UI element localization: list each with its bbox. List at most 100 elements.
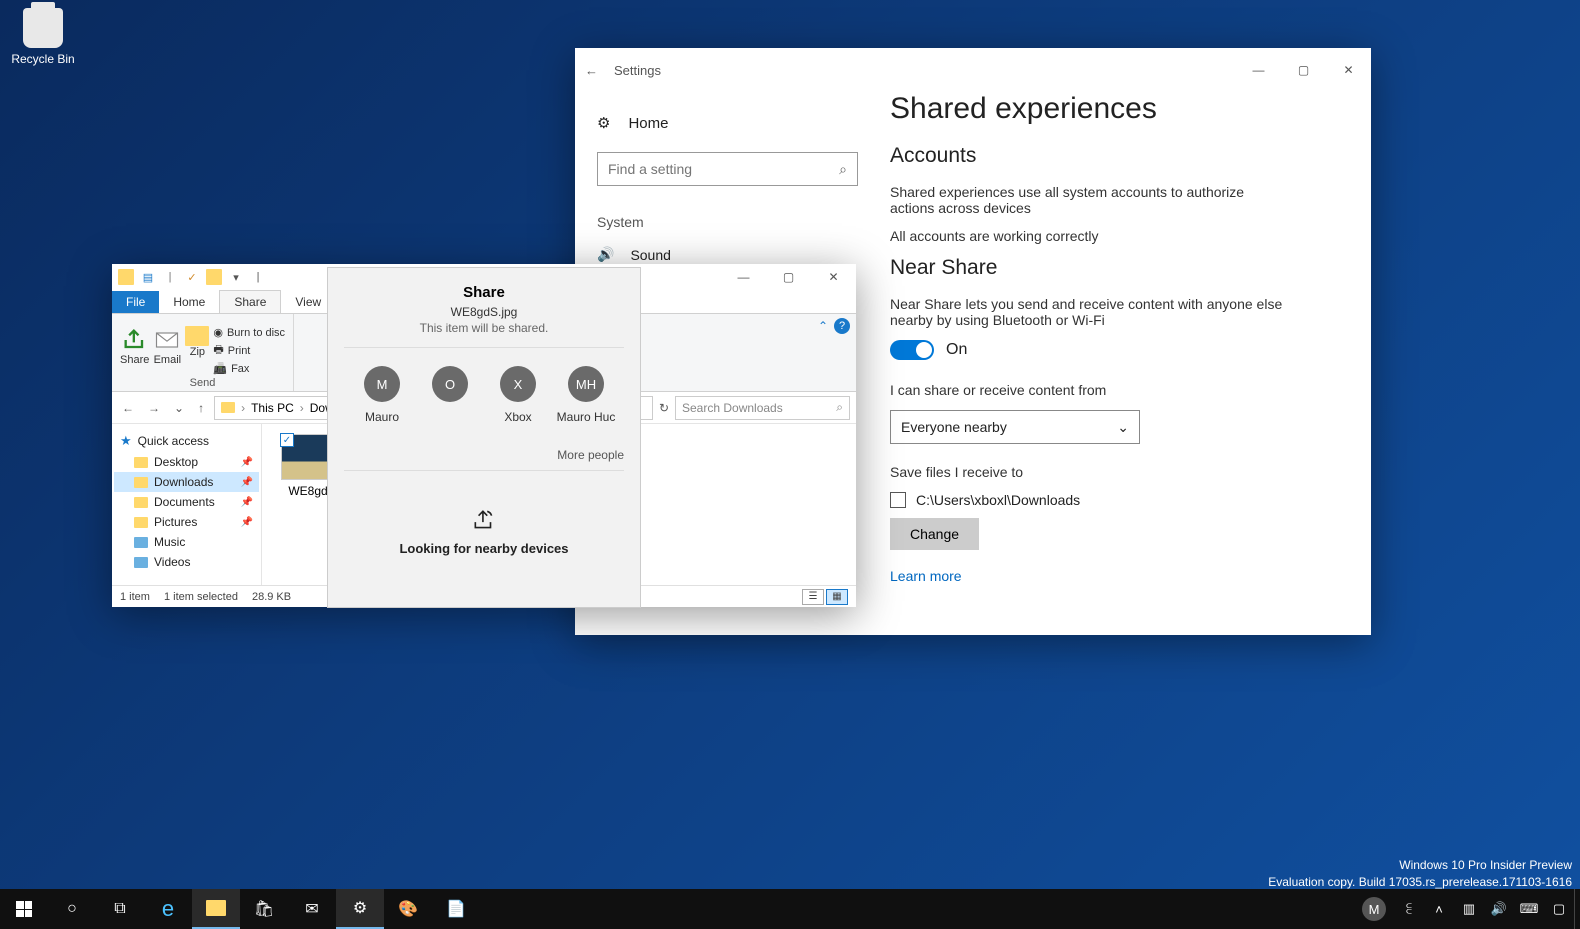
taskbar-mail[interactable]: ✉ — [288, 889, 336, 929]
pin-icon: 📌 — [241, 457, 253, 468]
sidebar-home[interactable]: ⚙ Home — [597, 114, 858, 132]
cortana-button[interactable]: ○ — [48, 889, 96, 929]
close-button[interactable]: ✕ — [1326, 55, 1371, 85]
tree-videos[interactable]: Videos — [114, 552, 259, 572]
taskbar-paint[interactable]: 🎨 — [384, 889, 432, 929]
search-icon: ⌕ — [836, 400, 843, 415]
music-folder-icon — [134, 537, 148, 548]
maximize-button[interactable]: ▢ — [766, 262, 811, 292]
near-share-toggle[interactable]: On — [890, 340, 1361, 360]
settings-content: Shared experiences Accounts Shared exper… — [880, 92, 1371, 635]
contact-name: Mauro — [365, 410, 399, 424]
settings-title: Settings — [614, 63, 661, 78]
qat-check-icon[interactable]: ✓ — [184, 269, 200, 285]
share-from-select[interactable]: Everyone nearby ⌄ — [890, 410, 1140, 444]
refresh-button[interactable]: ↻ — [659, 401, 669, 415]
sidebar-category: System — [597, 214, 858, 230]
looking-label: Looking for nearby devices — [399, 541, 568, 556]
save-path: C:\Users\xboxl\Downloads — [916, 492, 1080, 508]
nav-forward[interactable]: → — [144, 401, 164, 415]
search-placeholder: Search Downloads — [682, 401, 783, 415]
settings-titlebar[interactable]: ← Settings — ▢ ✕ — [575, 48, 1371, 92]
pin-icon: 📌 — [241, 477, 253, 488]
more-people-link[interactable]: More people — [344, 448, 624, 471]
task-view-button[interactable]: ⧉ — [96, 889, 144, 929]
tree-music[interactable]: Music — [114, 532, 259, 552]
chevron-down-icon: ⌄ — [1117, 419, 1129, 436]
avatar: O — [432, 366, 468, 402]
qat-icon[interactable]: ▤ — [140, 269, 156, 285]
ribbon-share-button[interactable]: Share — [120, 326, 149, 375]
ribbon-email-button[interactable]: Email — [153, 326, 181, 375]
back-button[interactable]: ← — [585, 63, 598, 78]
settings-search[interactable]: ⌕ — [597, 152, 858, 186]
tray-people[interactable]: ⫕ — [1394, 889, 1424, 929]
near-share-desc: Near Share lets you send and receive con… — [890, 296, 1290, 328]
taskbar-store[interactable]: 🛍 — [240, 889, 288, 929]
taskbar-explorer[interactable] — [192, 889, 240, 929]
share-subtitle: This item will be shared. — [344, 321, 624, 335]
taskbar-notepad[interactable]: 📄 — [432, 889, 480, 929]
nav-back[interactable]: ← — [118, 401, 138, 415]
recycle-bin[interactable]: Recycle Bin — [8, 8, 78, 66]
contact-item[interactable]: MHMauro Huc — [552, 366, 620, 424]
explorer-search[interactable]: Search Downloads ⌕ — [675, 396, 850, 420]
windows-watermark: Windows 10 Pro Insider Preview Evaluatio… — [1268, 857, 1572, 891]
tree-quick-access[interactable]: ★Quick access — [114, 430, 259, 452]
crumb-this-pc[interactable]: This PC — [251, 401, 294, 415]
ribbon-fax-button[interactable]: 📠Fax — [213, 362, 285, 375]
view-icons-button[interactable]: ▦ — [826, 589, 848, 605]
star-icon: ★ — [120, 433, 132, 449]
folder-icon — [206, 269, 222, 285]
tree-documents[interactable]: Documents📌 — [114, 492, 259, 512]
nav-recent[interactable]: ⌄ — [170, 401, 188, 415]
tray-network-icon[interactable]: ▥ — [1454, 889, 1484, 929]
tray-notifications[interactable]: ▢ — [1544, 889, 1574, 929]
maximize-button[interactable]: ▢ — [1281, 55, 1326, 85]
close-button[interactable]: ✕ — [811, 262, 856, 292]
recycle-bin-label: Recycle Bin — [8, 52, 78, 66]
share-title: Share — [344, 284, 624, 301]
search-input[interactable] — [608, 161, 839, 177]
status-count: 1 item — [120, 591, 150, 603]
ribbon-collapse-icon[interactable]: ⌃ — [818, 319, 828, 333]
toggle-switch[interactable] — [890, 340, 934, 360]
view-details-button[interactable]: ☰ — [802, 589, 824, 605]
tray-user[interactable]: M — [1362, 897, 1386, 921]
folder-icon — [118, 269, 134, 285]
share-nearby-icon — [471, 507, 497, 533]
change-button[interactable]: Change — [890, 518, 979, 550]
ribbon-burn-button[interactable]: ◉Burn to disc — [213, 326, 285, 339]
tray-keyboard-icon[interactable]: ⌨ — [1514, 889, 1544, 929]
contact-item[interactable]: MMauro — [348, 366, 416, 424]
ribbon-zip-button[interactable]: Zip — [185, 326, 209, 375]
help-icon[interactable]: ? — [834, 318, 850, 334]
start-button[interactable] — [0, 889, 48, 929]
tray-volume-icon[interactable]: 🔊 — [1484, 889, 1514, 929]
file-checkbox[interactable]: ✓ — [280, 433, 294, 447]
ribbon-print-button[interactable]: 🖶Print — [213, 341, 285, 360]
tree-downloads[interactable]: Downloads📌 — [114, 472, 259, 492]
learn-more-link[interactable]: Learn more — [890, 568, 1361, 584]
status-size: 28.9 KB — [252, 591, 291, 603]
tab-file[interactable]: File — [112, 291, 159, 313]
taskbar-edge[interactable]: e — [144, 889, 192, 929]
contact-item[interactable]: XXbox — [484, 366, 552, 424]
nav-up[interactable]: ↑ — [194, 401, 208, 415]
minimize-button[interactable]: — — [1236, 55, 1281, 85]
sound-label: Sound — [630, 247, 670, 263]
minimize-button[interactable]: — — [721, 262, 766, 292]
tab-home[interactable]: Home — [159, 291, 219, 313]
contact-item[interactable]: O — [416, 366, 484, 424]
show-desktop[interactable] — [1574, 889, 1580, 929]
tray-overflow[interactable]: ˄ — [1424, 889, 1454, 929]
taskbar-settings[interactable]: ⚙ — [336, 889, 384, 929]
print-icon: 🖶 — [213, 341, 223, 360]
qat-dropdown[interactable]: ▾ — [228, 269, 244, 285]
email-label: Email — [154, 354, 182, 366]
tab-share[interactable]: Share — [219, 290, 281, 313]
page-title: Shared experiences — [890, 92, 1361, 126]
gear-icon: ⚙ — [597, 114, 610, 132]
tree-pictures[interactable]: Pictures📌 — [114, 512, 259, 532]
tree-desktop[interactable]: Desktop📌 — [114, 452, 259, 472]
